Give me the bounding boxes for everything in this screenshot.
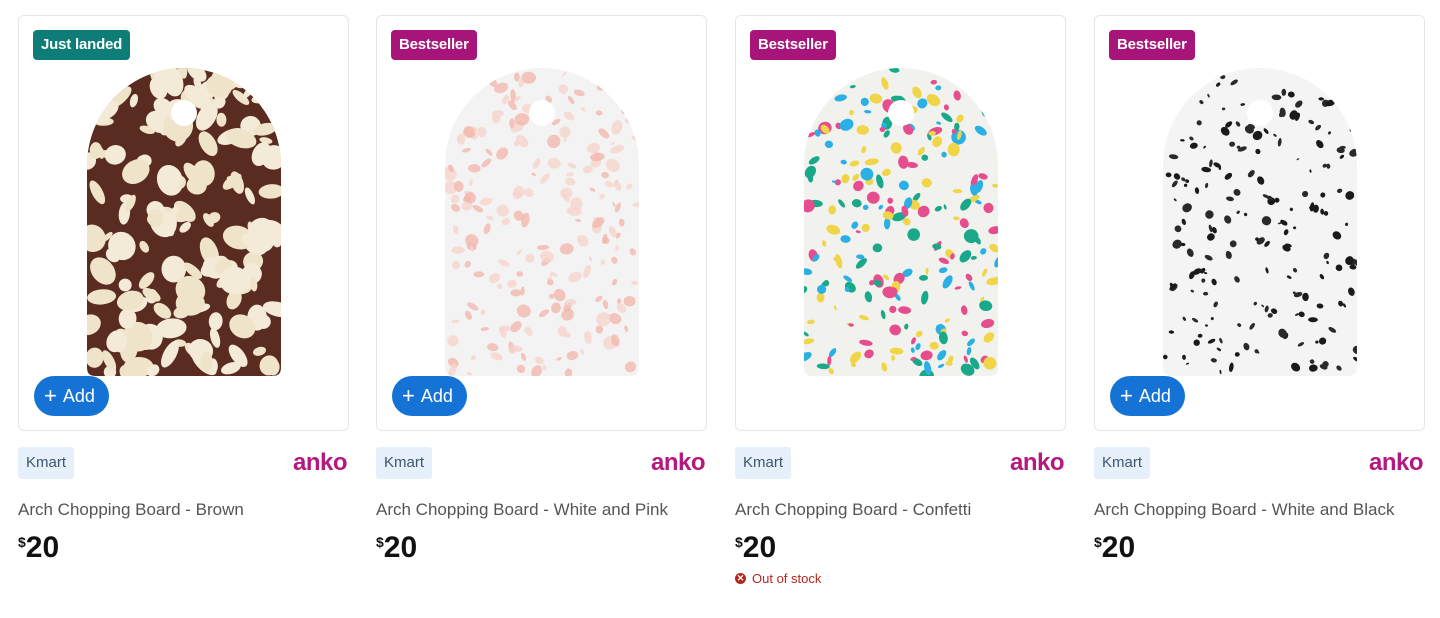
product-name[interactable]: Arch Chopping Board - Confetti <box>735 497 1045 523</box>
board-fleck <box>1330 79 1334 83</box>
board-fleck <box>1333 86 1341 93</box>
board-fleck <box>815 90 824 103</box>
board-fleck <box>1337 99 1344 107</box>
product-grid: Just landed + Add Kmart anko Arch Choppi… <box>0 0 1440 618</box>
board-fleck <box>460 79 471 90</box>
retailer-tag: Kmart <box>18 447 75 479</box>
board-fleck <box>982 71 994 83</box>
board-fleck <box>465 69 474 77</box>
product-badge: Bestseller <box>1109 30 1195 60</box>
retailer-tag: Kmart <box>1094 447 1151 479</box>
price-currency: $ <box>735 534 743 550</box>
board-fleck <box>633 68 639 73</box>
product-badge: Just landed <box>33 30 131 60</box>
board-fleck <box>1344 78 1353 88</box>
product-name[interactable]: Arch Chopping Board - Brown <box>18 497 328 523</box>
plus-icon: + <box>402 383 415 408</box>
board-fleck <box>513 191 524 197</box>
product-image[interactable] <box>87 68 281 376</box>
brand-logo[interactable]: anko <box>1010 449 1065 477</box>
product-badge: Bestseller <box>391 30 477 60</box>
price-value: 20 <box>383 531 418 564</box>
board-fleck <box>87 81 102 101</box>
price-value: 20 <box>1101 531 1136 564</box>
add-label: Add <box>1138 386 1171 406</box>
out-of-stock-icon: ✕ <box>735 573 746 584</box>
board-fleck <box>261 78 278 98</box>
product-image-box[interactable]: Bestseller + Add <box>1094 15 1425 431</box>
plus-icon: + <box>44 383 57 408</box>
board-fleck <box>1197 77 1203 82</box>
add-to-cart-button[interactable]: + Add <box>34 376 109 416</box>
board-fleck <box>834 68 842 72</box>
board-fleck <box>816 292 825 303</box>
board-fleck <box>87 96 97 109</box>
hanging-hole <box>1247 100 1273 126</box>
board-fleck <box>891 355 896 361</box>
price-currency: $ <box>18 534 26 550</box>
retailer-tag: Kmart <box>376 447 433 479</box>
product-card[interactable]: Bestseller Kmart anko Arch Chopping Boar… <box>735 15 1066 586</box>
board-fleck <box>987 80 996 87</box>
product-price: $ 20 <box>18 531 349 565</box>
product-image-box[interactable]: Bestseller <box>735 15 1066 431</box>
product-image[interactable] <box>804 68 998 376</box>
board-fleck <box>987 104 998 113</box>
board-fleck <box>807 97 815 105</box>
board-fleck <box>824 72 829 79</box>
product-card[interactable]: Bestseller + Add Kmart anko Arch Choppin… <box>376 15 707 565</box>
board-fleck <box>807 108 813 112</box>
brand-logo[interactable]: anko <box>651 449 706 477</box>
board-fleck <box>1187 68 1195 75</box>
stock-label: Out of stock <box>752 571 822 586</box>
product-name[interactable]: Arch Chopping Board - White and Pink <box>376 497 686 523</box>
price-value: 20 <box>25 531 60 564</box>
board-fleck <box>1349 81 1356 88</box>
add-label: Add <box>62 386 95 406</box>
add-to-cart-button[interactable]: + Add <box>392 376 467 416</box>
product-price: $ 20 <box>735 531 1066 565</box>
price-value: 20 <box>742 531 777 564</box>
product-badge: Bestseller <box>750 30 836 60</box>
product-image-box[interactable]: Just landed + Add <box>18 15 349 431</box>
board-fleck <box>971 85 986 97</box>
retailer-tag: Kmart <box>735 447 792 479</box>
product-image[interactable] <box>445 68 639 376</box>
brand-logo[interactable]: anko <box>293 449 348 477</box>
board-fleck <box>1196 70 1204 77</box>
board-fleck <box>1174 84 1183 93</box>
hanging-hole <box>888 100 914 126</box>
add-label: Add <box>420 386 453 406</box>
hanging-hole <box>529 100 555 126</box>
hanging-hole <box>171 100 197 126</box>
price-currency: $ <box>1094 534 1102 550</box>
price-currency: $ <box>376 534 384 550</box>
product-price: $ 20 <box>1094 531 1425 565</box>
product-card[interactable]: Bestseller + Add Kmart anko Arch Choppin… <box>1094 15 1425 565</box>
board-fleck <box>1164 116 1170 121</box>
product-name[interactable]: Arch Chopping Board - White and Black <box>1094 497 1404 523</box>
stock-status: ✕ Out of stock <box>735 571 1066 586</box>
board-fleck <box>469 78 476 87</box>
product-image[interactable] <box>1163 68 1357 376</box>
product-price: $ 20 <box>376 531 707 565</box>
board-fleck <box>453 76 460 82</box>
brand-logo[interactable]: anko <box>1369 449 1424 477</box>
plus-icon: + <box>1120 383 1133 408</box>
add-to-cart-button[interactable]: + Add <box>1110 376 1185 416</box>
product-card[interactable]: Just landed + Add Kmart anko Arch Choppi… <box>18 15 349 565</box>
board-fleck <box>1166 92 1170 96</box>
product-image-box[interactable]: Bestseller + Add <box>376 15 707 431</box>
board-fleck <box>457 73 466 78</box>
board-fleck <box>832 71 844 81</box>
board-fleck <box>970 70 980 79</box>
